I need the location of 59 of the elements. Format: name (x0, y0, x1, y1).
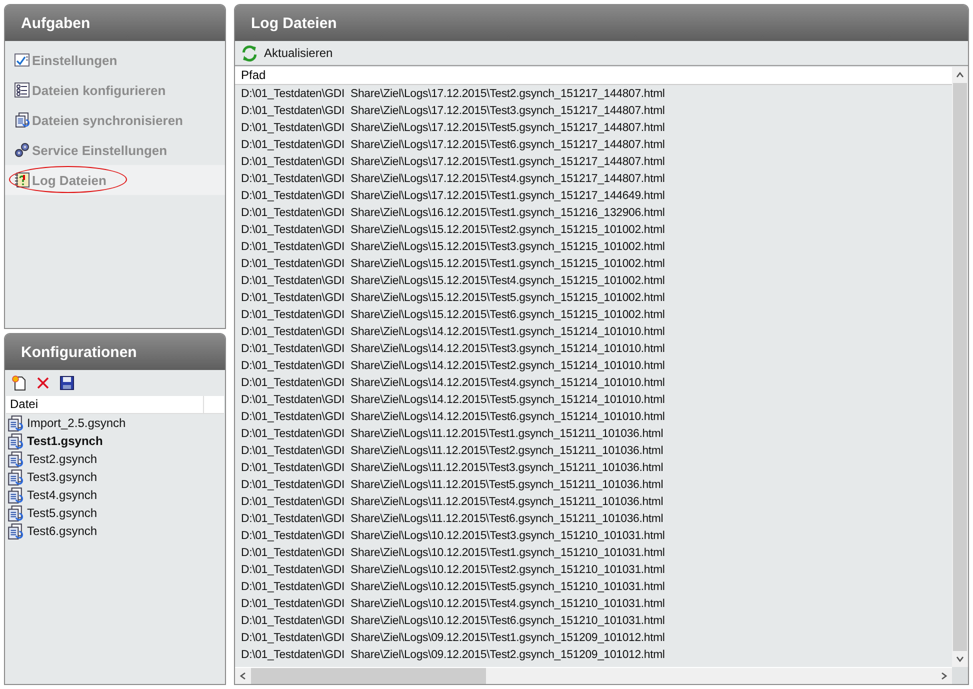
log-file-path[interactable]: D:\01_Testdaten\GDI Share\Ziel\Logs\15.12.2015\Test5.gsynch_151215_101002.html (235, 290, 952, 307)
log-document-icon (14, 172, 30, 188)
log-file-path[interactable]: D:\01_Testdaten\GDI Share\Ziel\Logs\10.12.2015\Test4.gsynch_151210_101031.html (235, 596, 952, 613)
log-file-path[interactable]: D:\01_Testdaten\GDI Share\Ziel\Logs\11.12.2015\Test6.gsynch_151211_101036.html (235, 511, 952, 528)
config-file-item[interactable]: Test2.gsynch (5, 450, 225, 468)
log-file-path[interactable]: D:\01_Testdaten\GDI Share\Ziel\Logs\10.12.2015\Test3.gsynch_151210_101031.html (235, 528, 952, 545)
config-file-item[interactable]: Import_2.5.gsynch (5, 414, 225, 432)
log-file-path[interactable]: D:\01_Testdaten\GDI Share\Ziel\Logs\10.12.2015\Test1.gsynch_151210_101031.html (235, 545, 952, 562)
panel-title: Konfigurationen (21, 344, 137, 360)
log-file-path[interactable]: D:\01_Testdaten\GDI Share\Ziel\Logs\15.12.2015\Test3.gsynch_151215_101002.html (235, 239, 952, 256)
config-file-item[interactable]: Test3.gsynch (5, 468, 225, 486)
panel-title: Log Dateien (251, 14, 337, 32)
log-file-path[interactable]: D:\01_Testdaten\GDI Share\Ziel\Logs\14.12.2015\Test3.gsynch_151214_101010.html (235, 341, 952, 358)
delete-icon[interactable] (35, 375, 51, 391)
log-file-path[interactable]: D:\01_Testdaten\GDI Share\Ziel\Logs\14.12.2015\Test2.gsynch_151214_101010.html (235, 358, 952, 375)
horizontal-scrollbar[interactable] (235, 667, 952, 684)
config-file-item[interactable]: Test5.gsynch (5, 504, 225, 522)
log-file-path[interactable]: D:\01_Testdaten\GDI Share\Ziel\Logs\15.12.2015\Test2.gsynch_151215_101002.html (235, 222, 952, 239)
vertical-scrollbar[interactable] (952, 67, 968, 684)
log-file-path[interactable]: D:\01_Testdaten\GDI Share\Ziel\Logs\14.12.2015\Test6.gsynch_151214_101010.html (235, 409, 952, 426)
log-file-path[interactable]: D:\01_Testdaten\GDI Share\Ziel\Logs\10.12.2015\Test5.gsynch_151210_101031.html (235, 579, 952, 596)
log-file-path[interactable]: D:\01_Testdaten\GDI Share\Ziel\Logs\15.12.2015\Test1.gsynch_151215_101002.html (235, 256, 952, 273)
form-icon (14, 82, 30, 98)
log-file-path[interactable]: D:\01_Testdaten\GDI Share\Ziel\Logs\10.12.2015\Test2.gsynch_151210_101031.html (235, 562, 952, 579)
log-file-path[interactable]: D:\01_Testdaten\GDI Share\Ziel\Logs\11.12.2015\Test4.gsynch_151211_101036.html (235, 494, 952, 511)
log-file-path[interactable]: D:\01_Testdaten\GDI Share\Ziel\Logs\11.12.2015\Test5.gsynch_151211_101036.html (235, 477, 952, 494)
scrollbar-thumb[interactable] (251, 668, 486, 684)
log-file-path[interactable]: D:\01_Testdaten\GDI Share\Ziel\Logs\15.12.2015\Test6.gsynch_151215_101002.html (235, 307, 952, 324)
log-file-path[interactable]: D:\01_Testdaten\GDI Share\Ziel\Logs\10.12.2015\Test6.gsynch_151210_101031.html (235, 613, 952, 630)
log-file-path[interactable]: D:\01_Testdaten\GDI Share\Ziel\Logs\17.12.2015\Test6.gsynch_151217_144807.html (235, 137, 952, 154)
log-file-path[interactable]: D:\01_Testdaten\GDI Share\Ziel\Logs\15.12.2015\Test4.gsynch_151215_101002.html (235, 273, 952, 290)
log-file-path[interactable]: D:\01_Testdaten\GDI Share\Ziel\Logs\16.12.2015\Test1.gsynch_151216_132906.html (235, 205, 952, 222)
config-file-item[interactable]: Test4.gsynch (5, 486, 225, 504)
refresh-button[interactable]: Aktualisieren (239, 42, 335, 64)
log-file-path[interactable]: D:\01_Testdaten\GDI Share\Ziel\Logs\11.12.2015\Test3.gsynch_151211_101036.html (235, 460, 952, 477)
log-file-path[interactable]: D:\01_Testdaten\GDI Share\Ziel\Logs\11.12.2015\Test1.gsynch_151211_101036.html (235, 426, 952, 443)
log-file-path[interactable]: D:\01_Testdaten\GDI Share\Ziel\Logs\17.12.2015\Test3.gsynch_151217_144807.html (235, 103, 952, 120)
checklist-icon (14, 52, 30, 68)
log-file-path[interactable]: D:\01_Testdaten\GDI Share\Ziel\Logs\09.12.2015\Test1.gsynch_151209_101012.html (235, 630, 952, 647)
log-file-path[interactable]: D:\01_Testdaten\GDI Share\Ziel\Logs\14.12.2015\Test4.gsynch_151214_101010.html (235, 375, 952, 392)
log-file-path[interactable]: D:\01_Testdaten\GDI Share\Ziel\Logs\09.12.2015\Test2.gsynch_151209_101012.html (235, 647, 952, 664)
refresh-icon (241, 44, 258, 62)
sync-document-icon (14, 112, 30, 128)
panel-title: Aufgaben (21, 14, 90, 32)
log-file-path[interactable]: D:\01_Testdaten\GDI Share\Ziel\Logs\17.12.2015\Test1.gsynch_151217_144649.html (235, 188, 952, 205)
config-file-item[interactable]: Test6.gsynch (5, 522, 225, 540)
save-icon[interactable] (59, 375, 75, 391)
config-file-item[interactable]: Test1.gsynch (5, 432, 225, 450)
gears-icon (14, 142, 30, 158)
log-file-path[interactable]: D:\01_Testdaten\GDI Share\Ziel\Logs\17.12.2015\Test5.gsynch_151217_144807.html (235, 120, 952, 137)
log-file-path[interactable]: D:\01_Testdaten\GDI Share\Ziel\Logs\17.12.2015\Test2.gsynch_151217_144807.html (235, 86, 952, 103)
scrollbar-thumb[interactable] (953, 83, 967, 651)
new-file-icon[interactable] (11, 375, 27, 391)
log-file-path[interactable]: D:\01_Testdaten\GDI Share\Ziel\Logs\14.12.2015\Test1.gsynch_151214_101010.html (235, 324, 952, 341)
log-file-path[interactable]: D:\01_Testdaten\GDI Share\Ziel\Logs\17.12.2015\Test1.gsynch_151217_144807.html (235, 154, 952, 171)
log-file-path[interactable]: D:\01_Testdaten\GDI Share\Ziel\Logs\11.12.2015\Test2.gsynch_151211_101036.html (235, 443, 952, 460)
log-file-path[interactable]: D:\01_Testdaten\GDI Share\Ziel\Logs\14.12.2015\Test5.gsynch_151214_101010.html (235, 392, 952, 409)
column-header[interactable]: Pfad (235, 67, 952, 85)
log-file-path[interactable]: D:\01_Testdaten\GDI Share\Ziel\Logs\17.12.2015\Test4.gsynch_151217_144807.html (235, 171, 952, 188)
